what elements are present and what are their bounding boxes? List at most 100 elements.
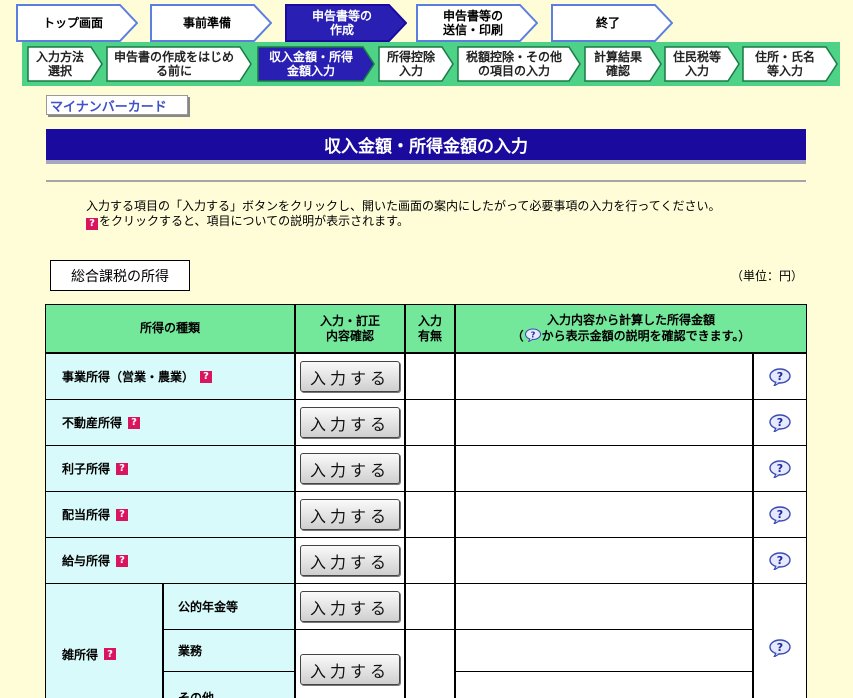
header-type: 所得の種類 — [46, 305, 294, 352]
action-cell: 入力する — [296, 538, 404, 583]
misc-subtype-cell: 公的年金等 — [164, 584, 294, 629]
action-cell: 入力する — [296, 354, 404, 399]
help-icon[interactable]: ? — [200, 370, 213, 383]
step-tab-label: 事前準備 — [182, 15, 231, 30]
income-type-name: 雑所得 — [62, 647, 99, 662]
has-input-cell — [406, 538, 454, 583]
has-input-cell — [406, 630, 454, 698]
help-icon[interactable]: ? — [116, 462, 129, 475]
help-bubble-icon[interactable]: ? — [768, 639, 792, 659]
income-type-cell: 雑所得? — [46, 584, 162, 698]
income-type-cell: 配当所得? — [46, 492, 294, 537]
page-title: 収入金額・所得金額の入力 — [46, 129, 806, 164]
misc-subtype-cell: その他 — [164, 672, 294, 698]
svg-text:?: ? — [777, 554, 783, 567]
amount-cell — [456, 630, 752, 671]
help-icon[interactable]: ? — [116, 554, 129, 567]
instructions-line-2: をクリックすると、項目についての説明が表示されます。 — [99, 214, 409, 228]
header-type-label: 所得の種類 — [139, 321, 200, 335]
instructions-line-1: 入力する項目の「入力する」ボタンをクリックし、開いた画面の案内にしたがって必要事… — [86, 199, 721, 213]
step-tab-5[interactable]: 終了 — [551, 4, 673, 42]
input-button[interactable]: 入力する — [300, 453, 400, 484]
step-tab-label: 申告書等の 作成 — [311, 8, 372, 37]
substep-tab-5[interactable]: 税額控除・その他 の項目の入力 — [457, 46, 581, 82]
help-cell: ? — [754, 400, 806, 445]
input-button[interactable]: 入力する — [300, 499, 400, 530]
amount-cell — [456, 492, 752, 537]
input-button[interactable]: 入力する — [300, 654, 400, 685]
substep-tab-label: 入力方法 選択 — [35, 49, 84, 78]
help-icon[interactable]: ? — [128, 416, 141, 429]
header-action: 入力・訂正 内容確認 — [296, 305, 404, 352]
substep-tab-label: 申告書の作成をはじめ る前に — [113, 49, 234, 78]
amount-cell — [456, 446, 752, 491]
action-cell: 入力する — [296, 584, 404, 629]
svg-text:?: ? — [530, 329, 535, 339]
header-amount: 入力内容から計算した所得金額 （? から表示金額の説明を確認できます。） — [456, 305, 806, 352]
substep-tab-2[interactable]: 申告書の作成をはじめ る前に — [106, 46, 252, 82]
help-bubble-icon[interactable]: ? — [768, 413, 792, 434]
input-button[interactable]: 入力する — [300, 591, 400, 622]
help-bubble-icon[interactable]: ? — [768, 551, 792, 572]
help-cell: ? — [754, 584, 806, 698]
header-has-input: 入力 有無 — [406, 305, 454, 352]
help-icon[interactable]: ? — [104, 648, 117, 660]
substep-tab-label: 所得控除 入力 — [386, 49, 435, 78]
has-input-cell — [406, 446, 454, 491]
mynumber-card-label: マイナンバーカード — [46, 95, 188, 115]
amount-cell — [456, 354, 752, 399]
action-cell: 入力する — [296, 492, 404, 537]
help-cell: ? — [754, 538, 806, 583]
income-type-cell: 事業所得（営業・農業）? — [46, 354, 294, 399]
substep-tab-3[interactable]: 収入金額・所得 金額入力 — [257, 46, 375, 82]
substep-tab-8[interactable]: 住所・氏名 等入力 — [742, 46, 838, 82]
substep-tab-7[interactable]: 住民税等 入力 — [664, 46, 740, 82]
section-title: 総合課税の所得 — [50, 260, 190, 291]
substep-tab-1[interactable]: 入力方法 選択 — [27, 46, 103, 82]
help-cell: ? — [754, 446, 806, 491]
svg-text:?: ? — [777, 462, 783, 475]
substep-tab-label: 税額控除・その他 の項目の入力 — [465, 49, 562, 78]
income-type-name: 給与所得 — [62, 554, 111, 568]
amount-cell — [456, 400, 752, 445]
income-type-cell: 不動産所得? — [46, 400, 294, 445]
step-tab-4[interactable]: 申告書等の 送信・印刷 — [416, 4, 538, 42]
header-amount-line1: 入力内容から計算した所得金額 — [546, 313, 715, 327]
misc-subtype-name: 公的年金等 — [178, 600, 239, 614]
help-bubble-icon[interactable]: ? — [768, 459, 792, 480]
action-cell: 入力する — [296, 630, 404, 698]
substep-tab-4[interactable]: 所得控除 入力 — [378, 46, 454, 82]
help-cell: ? — [754, 492, 806, 537]
income-type-cell: 利子所得? — [46, 446, 294, 491]
action-cell: 入力する — [296, 400, 404, 445]
help-icon: ? — [86, 217, 98, 230]
divider — [46, 180, 806, 182]
svg-text:?: ? — [777, 641, 783, 654]
header-amount-line2: （? から表示金額の説明を確認できます。） — [512, 328, 751, 344]
step-tab-label: 終了 — [595, 15, 620, 30]
input-button[interactable]: 入力する — [300, 545, 400, 576]
misc-subtype-name: 業務 — [178, 644, 203, 658]
action-cell: 入力する — [296, 446, 404, 491]
misc-subtype-cell: 業務 — [164, 630, 294, 671]
header-amount-post: から表示金額の説明を確認できます。） — [541, 329, 751, 343]
help-bubble-icon[interactable]: ? — [768, 505, 792, 526]
income-type-cell: 給与所得? — [46, 538, 294, 583]
step-tab-3[interactable]: 申告書等の 作成 — [285, 4, 407, 42]
help-bubble-icon[interactable]: ? — [768, 367, 792, 388]
amount-cell — [456, 538, 752, 583]
substep-tab-label: 収入金額・所得 金額入力 — [268, 49, 353, 78]
step-tab-2[interactable]: 事前準備 — [150, 4, 272, 42]
income-type-name: 配当所得 — [62, 508, 111, 522]
help-icon[interactable]: ? — [116, 508, 129, 521]
input-button[interactable]: 入力する — [300, 407, 400, 438]
has-input-cell — [406, 400, 454, 445]
step-tab-label: 申告書等の 送信・印刷 — [442, 8, 503, 37]
input-button[interactable]: 入力する — [300, 361, 400, 392]
unit-label: （単位：円） — [731, 269, 804, 283]
misc-subtype-name: その他 — [178, 690, 215, 698]
step-tab-1[interactable]: トップ画面 — [16, 4, 138, 42]
step-tab-label: トップ画面 — [42, 15, 103, 30]
substep-tab-label: 住所・氏名 等入力 — [754, 49, 815, 78]
substep-tab-6[interactable]: 計算結果 確認 — [584, 46, 662, 82]
